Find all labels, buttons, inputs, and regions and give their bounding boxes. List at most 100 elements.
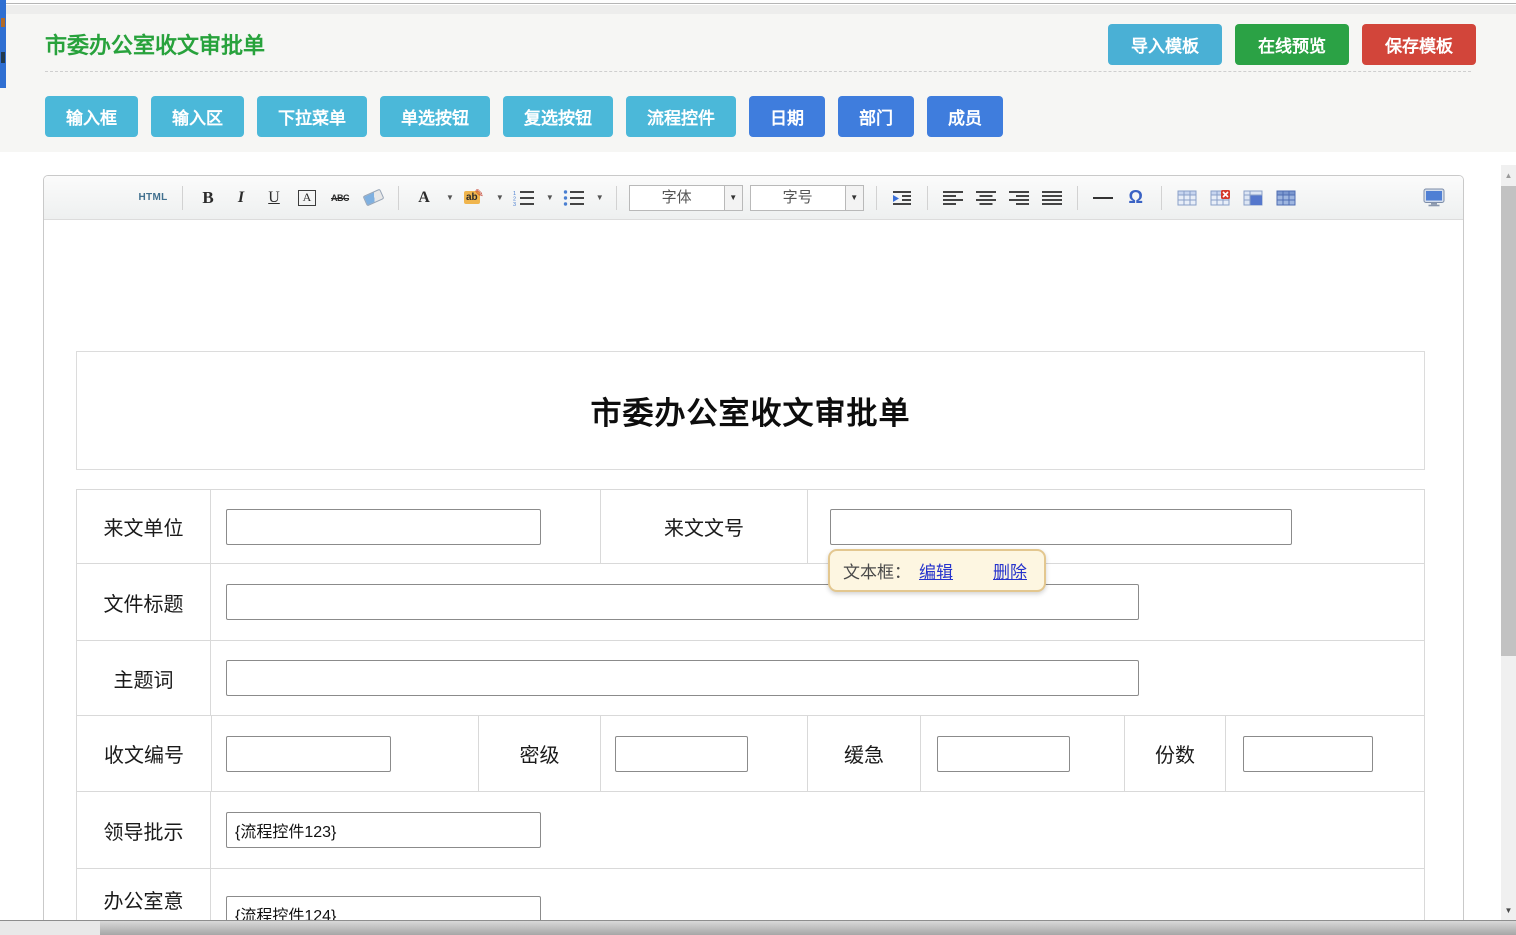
page-title: 市委办公室收文审批单	[45, 28, 265, 60]
edit-link[interactable]: 编辑	[919, 558, 953, 583]
delete-link[interactable]: 删除	[993, 558, 1027, 583]
unordered-list-icon[interactable]	[561, 185, 587, 211]
table-cell	[920, 716, 1124, 791]
cell-properties-icon[interactable]	[1240, 185, 1266, 211]
special-character-icon[interactable]: Ω	[1123, 185, 1149, 211]
tooltip-type-label: 文本框：	[843, 558, 911, 583]
toolbar-separator	[1161, 186, 1162, 210]
font-color-caret-icon[interactable]: ▼	[446, 193, 454, 202]
label-urgency: 缓急	[807, 716, 920, 791]
underline-icon[interactable]: U	[261, 185, 287, 211]
highlight-caret-icon[interactable]: ▼	[496, 193, 504, 202]
control-dropdown-menu-button[interactable]: 下拉菜单	[257, 96, 367, 137]
font-color-icon[interactable]: A	[411, 185, 437, 211]
table-row: 来文单位 来文文号	[77, 490, 1424, 564]
table-cell	[210, 641, 1426, 715]
control-checkbox-button[interactable]: 复选按钮	[503, 96, 613, 137]
table-cell	[211, 716, 478, 791]
control-input-box-button[interactable]: 输入框	[45, 96, 138, 137]
control-input-area-button[interactable]: 输入区	[151, 96, 244, 137]
leader-instructions-input[interactable]	[226, 812, 541, 848]
align-justify-icon[interactable]	[1039, 185, 1065, 211]
table-cell	[1225, 716, 1426, 791]
table-row: 领导批示	[77, 792, 1424, 869]
scrollbar-thumb[interactable]	[1501, 186, 1516, 656]
control-process-control-button[interactable]: 流程控件	[626, 96, 736, 137]
label-security-level: 密级	[478, 716, 600, 791]
window-bottom-edge-light	[0, 921, 100, 935]
vertical-scrollbar[interactable]: ▲ ▼	[1501, 165, 1516, 920]
window-top-strip	[0, 5, 1516, 14]
horizontal-rule-icon[interactable]	[1090, 185, 1116, 211]
control-palette: 输入框 输入区 下拉菜单 单选按钮 复选按钮 流程控件 日期 部门 成员	[45, 96, 1003, 137]
label-copies: 份数	[1124, 716, 1225, 791]
editor-toolbar: HTML B I U A ABC A ▼ ab✎ ▼ 123 ▼ ▼ 字体 ▼ 字号…	[44, 176, 1463, 220]
source-unit-input[interactable]	[226, 509, 541, 545]
align-right-icon[interactable]	[1006, 185, 1032, 211]
form-title-cell: 市委办公室收文审批单	[76, 351, 1425, 470]
label-leader-instructions: 领导批示	[77, 792, 210, 868]
receipt-number-input[interactable]	[226, 736, 391, 772]
save-template-button[interactable]: 保存模板	[1362, 24, 1476, 65]
scrollbar-up-arrow-icon[interactable]: ▲	[1501, 165, 1516, 185]
window-top-edge	[0, 0, 1516, 4]
header-band: 市委办公室收文审批单 导入模板 在线预览 保存模板 输入框 输入区 下拉菜单 单…	[0, 5, 1516, 152]
control-department-button[interactable]: 部门	[838, 96, 914, 137]
label-subject-words: 主题词	[77, 641, 210, 715]
toolbar-separator	[182, 186, 183, 210]
boxed-a-icon[interactable]: A	[294, 185, 320, 211]
toolbar-separator	[398, 186, 399, 210]
highlight-icon[interactable]: ab✎	[461, 185, 487, 211]
online-preview-button[interactable]: 在线预览	[1235, 24, 1349, 65]
copies-input[interactable]	[1243, 736, 1373, 772]
font-family-label: 字体	[630, 186, 724, 210]
svg-text:3: 3	[513, 202, 516, 206]
delete-table-icon[interactable]	[1207, 185, 1233, 211]
indent-icon[interactable]	[889, 185, 915, 211]
label-file-title: 文件标题	[77, 564, 210, 640]
label-source-unit: 来文单位	[77, 490, 210, 563]
align-center-icon[interactable]	[973, 185, 999, 211]
control-radio-button[interactable]: 单选按钮	[380, 96, 490, 137]
html-source-icon[interactable]: HTML	[136, 185, 170, 211]
import-template-button[interactable]: 导入模板	[1108, 24, 1222, 65]
table-row: 收文编号 密级 缓急 份数	[77, 716, 1424, 792]
scrollbar-down-arrow-icon[interactable]: ▼	[1501, 900, 1516, 920]
strikethrough-icon[interactable]: ABC	[327, 185, 353, 211]
table-cell	[210, 792, 1426, 868]
eraser-icon[interactable]	[360, 185, 386, 211]
field-action-tooltip: 文本框： 编辑 删除	[828, 549, 1046, 592]
toolbar-separator	[616, 186, 617, 210]
unordered-list-caret-icon[interactable]: ▼	[596, 193, 604, 202]
table-cell	[600, 716, 807, 791]
control-member-button[interactable]: 成员	[927, 96, 1003, 137]
toolbar-separator	[927, 186, 928, 210]
security-level-input[interactable]	[615, 736, 748, 772]
font-family-caret-icon[interactable]: ▼	[724, 186, 742, 210]
subject-words-input[interactable]	[226, 660, 1139, 696]
font-size-select[interactable]: 字号 ▼	[750, 185, 864, 211]
ordered-list-icon[interactable]: 123	[511, 185, 537, 211]
label-document-number: 来文文号	[600, 490, 807, 563]
font-family-select[interactable]: 字体 ▼	[629, 185, 743, 211]
align-left-icon[interactable]	[940, 185, 966, 211]
toolbar-separator	[876, 186, 877, 210]
control-date-button[interactable]: 日期	[749, 96, 825, 137]
form-table: 来文单位 来文文号 文件标题 主题词 收文编号 密	[76, 489, 1425, 935]
dashed-divider	[45, 71, 1471, 72]
table-properties-icon[interactable]	[1273, 185, 1299, 211]
urgency-input[interactable]	[937, 736, 1070, 772]
window-bottom-edge	[0, 920, 1516, 935]
font-size-caret-icon[interactable]: ▼	[845, 186, 863, 210]
insert-table-icon[interactable]	[1174, 185, 1200, 211]
rich-text-editor: HTML B I U A ABC A ▼ ab✎ ▼ 123 ▼ ▼ 字体 ▼ 字号…	[43, 175, 1464, 935]
table-row: 文件标题	[77, 564, 1424, 641]
bold-icon[interactable]: B	[195, 185, 221, 211]
fullscreen-icon[interactable]	[1421, 185, 1447, 211]
italic-icon[interactable]: I	[228, 185, 254, 211]
ordered-list-caret-icon[interactable]: ▼	[546, 193, 554, 202]
font-size-label: 字号	[751, 186, 845, 210]
form-title: 市委办公室收文审批单	[591, 388, 911, 433]
background-icon-fragment	[1, 18, 5, 27]
document-number-input[interactable]	[830, 509, 1292, 545]
